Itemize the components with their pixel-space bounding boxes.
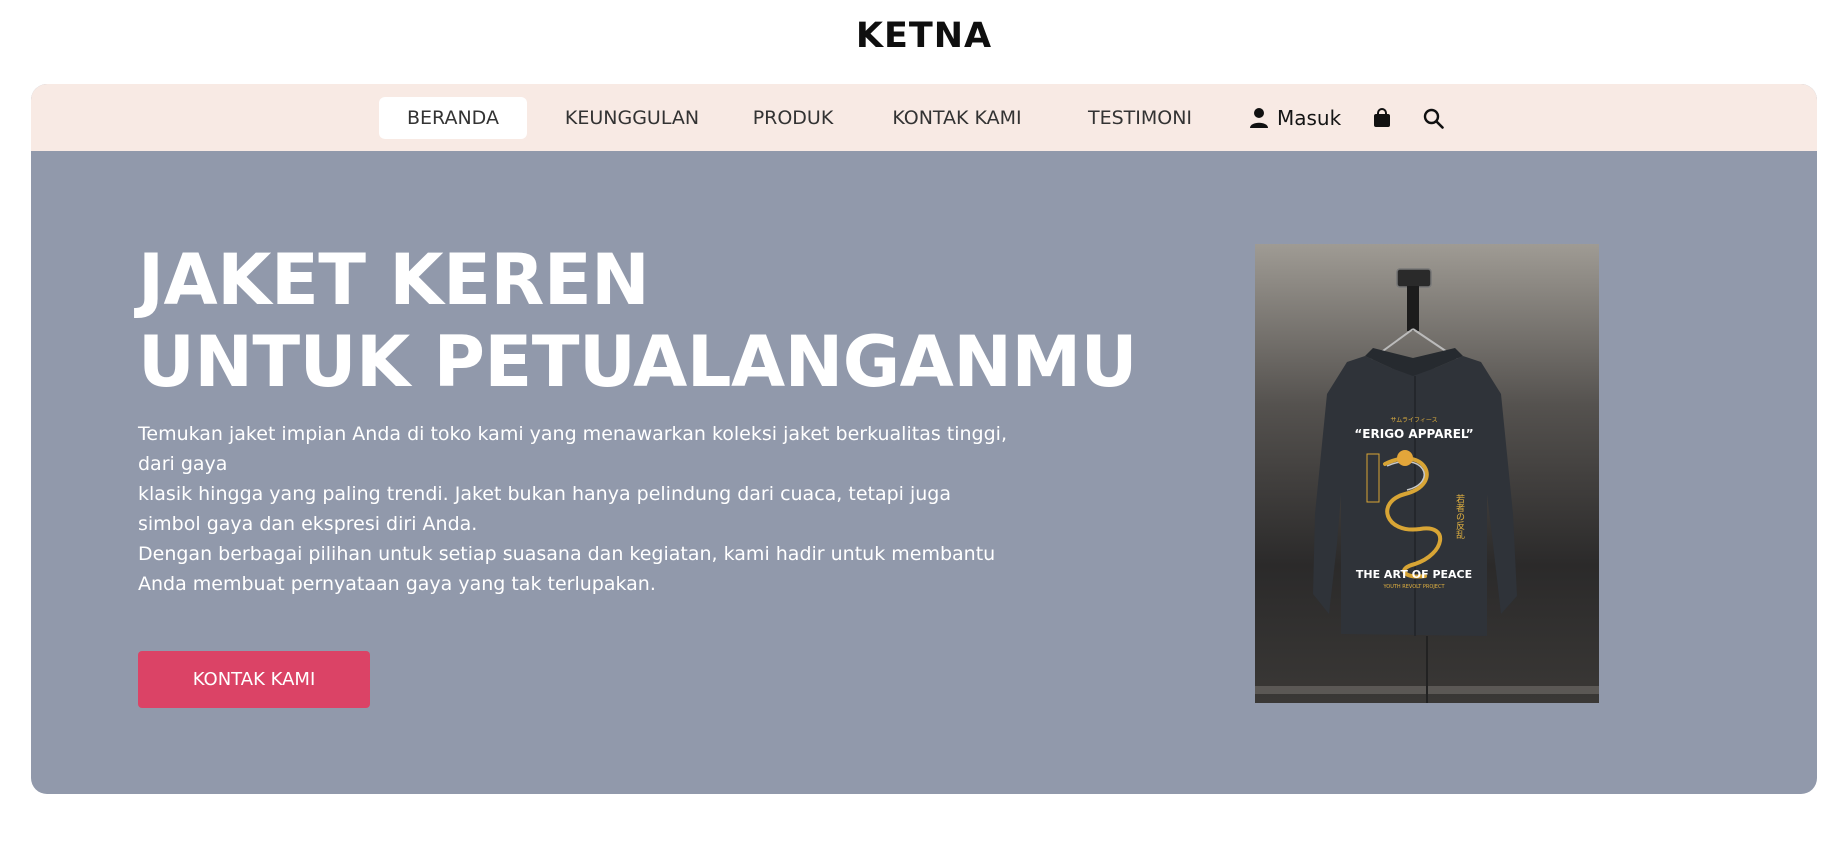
main-navbar: BERANDA KEUNGGULAN PRODUK KONTAK KAMI TE… (31, 84, 1817, 151)
hero-description-line: Dengan berbagai pilihan untuk setiap sua… (138, 543, 996, 565)
hero-description: Temukan jaket impian Anda di toko kami y… (138, 419, 1058, 599)
hero-description-line: klasik hingga yang paling trendi. Jaket … (138, 483, 952, 505)
nav-tools: Masuk (1249, 97, 1489, 139)
cart-button[interactable] (1373, 97, 1391, 139)
nav-item-testimoni[interactable]: TESTIMONI (1076, 97, 1204, 139)
nav-item-keunggulan[interactable]: KEUNGGULAN (553, 97, 711, 139)
jacket-illustration: サムライフィース “ERIGO APPAREL” 若者の反乱 THE ART O… (1255, 268, 1599, 703)
svg-text:YOUTH REVOLT PROJECT: YOUTH REVOLT PROJECT (1382, 584, 1445, 590)
hero-description-line: dari gaya (138, 453, 228, 475)
hero-section: JAKET KEREN UNTUK PETUALANGANMU Temukan … (31, 151, 1817, 794)
brand-logo[interactable]: KETNA (0, 16, 1848, 56)
login-button[interactable]: Masuk (1249, 97, 1341, 139)
contact-us-button[interactable]: KONTAK KAMI (138, 651, 370, 708)
user-icon (1249, 107, 1269, 129)
search-button[interactable] (1423, 97, 1444, 139)
hero-card: BERANDA KEUNGGULAN PRODUK KONTAK KAMI TE… (31, 84, 1817, 794)
svg-text:THE ART OF PEACE: THE ART OF PEACE (1356, 568, 1472, 581)
nav-item-produk[interactable]: PRODUK (745, 97, 841, 139)
hero-headline: JAKET KEREN UNTUK PETUALANGANMU (138, 239, 1137, 403)
hero-description-line: Temukan jaket impian Anda di toko kami y… (138, 423, 1007, 445)
nav-item-kontak-kami[interactable]: KONTAK KAMI (883, 97, 1031, 139)
hero-description-line: Anda membuat pernyataan gaya yang tak te… (138, 573, 656, 595)
svg-text:若者の反乱: 若者の反乱 (1454, 493, 1465, 539)
product-image: サムライフィース “ERIGO APPAREL” 若者の反乱 THE ART O… (1255, 244, 1599, 703)
nav-item-beranda[interactable]: BERANDA (379, 97, 527, 139)
svg-text:サムライフィース: サムライフィース (1390, 417, 1437, 424)
shopping-bag-icon (1373, 108, 1391, 128)
login-label: Masuk (1277, 106, 1342, 130)
hero-headline-line-1: JAKET KEREN (138, 239, 650, 321)
hero-headline-line-2: UNTUK PETUALANGANMU (138, 321, 1137, 403)
hero-description-line: simbol gaya dan ekspresi diri Anda. (138, 513, 478, 535)
svg-text:“ERIGO APPAREL”: “ERIGO APPAREL” (1354, 427, 1473, 441)
search-icon (1423, 108, 1444, 129)
